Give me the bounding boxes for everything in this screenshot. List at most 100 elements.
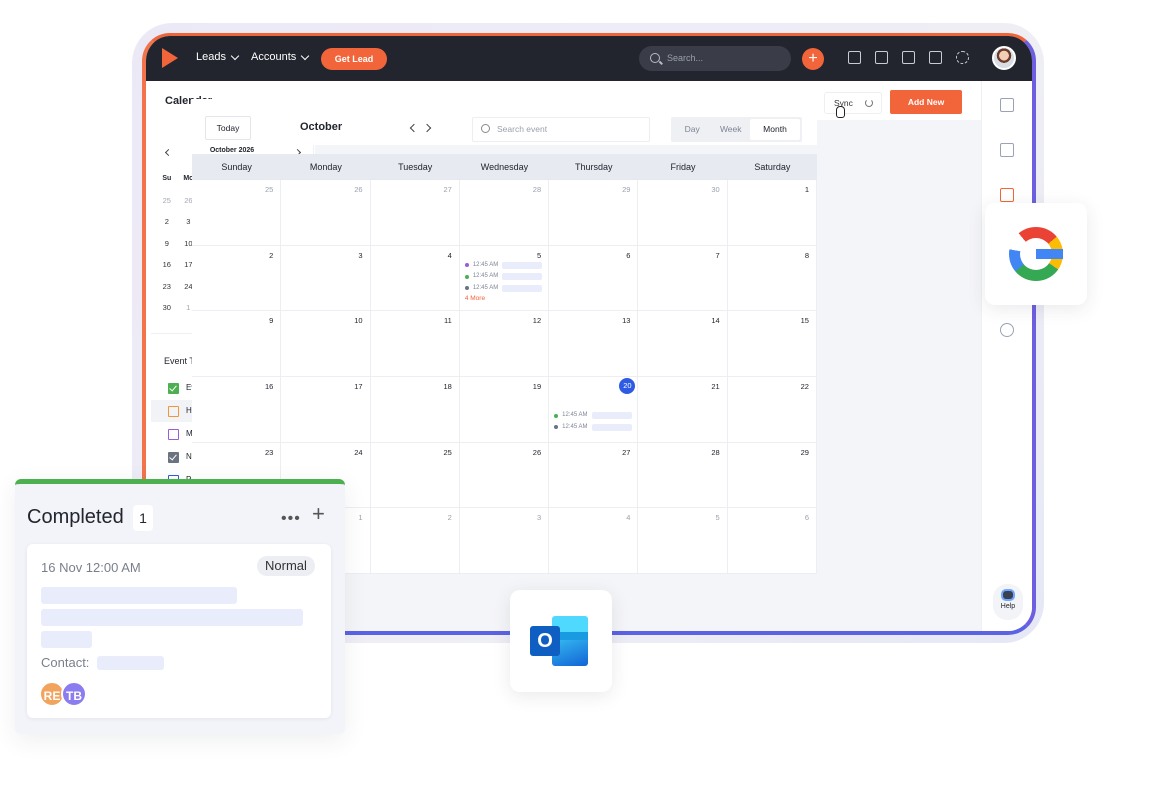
day-cell[interactable]: 3 [281,245,371,312]
check-icon [169,452,177,461]
calendar-event[interactable]: 12:45 AM [464,260,543,271]
day-cell[interactable]: 18 [370,377,460,443]
add-new-button[interactable]: Add New [890,90,962,114]
day-cell[interactable]: 4 [370,245,460,312]
day-cell[interactable]: 2 [192,245,282,312]
mini-day-label: 3 [186,217,191,226]
day-cell[interactable]: 27 [370,180,460,246]
day-cell[interactable]: 3 [459,508,550,575]
day-cell[interactable]: 26 [459,442,550,509]
help-button[interactable]: Help [993,584,1023,620]
day-number: 2 [269,250,274,260]
day-cell[interactable]: 6 [549,245,639,312]
more-events-link[interactable]: 4 More [465,295,485,302]
view-switcher: Day Week Month [671,117,802,142]
checkbox-icon[interactable] [168,429,179,440]
day-cell[interactable]: 10 [281,311,371,378]
day-cell[interactable]: 11 [370,311,460,378]
day-cell[interactable]: 6 [727,508,817,575]
global-search-input[interactable]: Search... [639,46,791,71]
day-cell[interactable]: 20 12:45 AM 12:45 AM [549,377,639,443]
event-title-placeholder [502,273,543,281]
checkbox-icon[interactable] [168,383,179,394]
day-cell[interactable]: 19 [459,377,550,443]
checkbox-icon[interactable] [168,406,179,417]
today-button[interactable]: Today [205,116,251,140]
day-cell[interactable]: 26 [281,180,371,246]
add-icon[interactable]: + [312,501,325,527]
calendar-event[interactable]: 12:45 AM [554,410,632,421]
calendar-month-title: October [300,121,343,133]
get-lead-button[interactable]: Get Lead [321,48,387,70]
day-number: 28 [532,185,542,194]
calendar-event[interactable]: 12:45 AM [464,283,543,294]
event-dot [554,413,559,418]
reports-icon[interactable] [848,51,861,64]
day-cell[interactable]: 28 [459,180,550,246]
event-search-input[interactable]: Search event [472,117,650,142]
day-cell[interactable]: 14 [638,311,728,378]
mini-day[interactable]: 23 [156,276,178,298]
nav-accounts[interactable]: Accounts [251,51,310,63]
day-cell[interactable]: 28 [638,442,728,509]
placeholder-line [41,587,237,604]
sync-button[interactable]: Sync [824,92,882,114]
view-month-button[interactable]: Month [749,119,800,140]
day-cell[interactable]: 12 [459,311,550,378]
mini-day[interactable]: 9 [156,233,178,255]
day-number: 15 [800,316,809,326]
day-cell[interactable]: 27 [549,442,639,509]
mini-day[interactable]: 2 [156,211,178,233]
completed-column-card: Completed 1 ••• + 16 Nov 12:00 AM Normal… [15,479,345,734]
day-cell[interactable]: 4 [549,508,639,575]
mini-day[interactable]: 30 [156,297,178,319]
task-card[interactable]: 16 Nov 12:00 AM Normal Contact: RE TB [27,544,331,718]
quick-add-button[interactable]: + [802,48,824,70]
assignee-avatar[interactable]: TB [61,681,87,707]
phone-icon[interactable] [1000,323,1014,337]
outlook-logo-letter: O [530,626,560,656]
more-options-icon[interactable]: ••• [281,510,301,528]
checkbox-icon[interactable] [168,452,179,463]
calendar-event[interactable]: 12:45 AM [554,422,632,433]
checklist-icon[interactable] [902,51,915,64]
task-check-icon[interactable] [1000,143,1014,157]
day-cell[interactable]: 21 [638,377,728,443]
google-calendar-tile[interactable] [985,203,1087,305]
user-avatar[interactable] [992,46,1016,70]
presentation-icon[interactable] [929,51,942,64]
day-cell[interactable]: 29 [549,180,639,246]
mini-day-label: 25 [162,195,171,205]
mini-day-label: 16 [162,260,171,269]
day-cell[interactable]: 22 [727,377,817,443]
mini-day[interactable]: 16 [156,254,178,276]
completed-count-badge: 1 [133,505,153,531]
mini-day[interactable]: 25 [156,190,178,212]
view-day-button[interactable]: Day [673,119,711,140]
calendar-event[interactable]: 12:45 AM [464,271,543,282]
day-number: 28 [711,447,720,457]
day-cell[interactable]: 13 [549,311,639,378]
nav-leads[interactable]: Leads [196,51,240,63]
day-cell[interactable]: 17 [281,377,371,443]
outlook-tile[interactable]: O [510,590,612,692]
day-cell[interactable]: 16 [192,377,282,443]
megaphone-icon[interactable] [875,51,888,64]
day-cell[interactable]: 25 [192,180,282,246]
view-week-button[interactable]: Week [711,119,749,140]
day-cell[interactable]: 1 [727,180,817,246]
day-cell[interactable]: 5 [638,508,728,575]
day-cell[interactable]: 25 [370,442,460,509]
day-cell[interactable]: 29 [727,442,817,509]
day-cell[interactable]: 30 [638,180,728,246]
gear-icon[interactable] [956,51,969,64]
day-cell[interactable]: 9 [192,311,282,378]
day-cell[interactable]: 7 [638,245,728,312]
google-logo-icon [1009,227,1063,281]
day-cell[interactable]: 8 [727,245,817,312]
analytics-icon[interactable] [1000,98,1014,112]
calendar-icon[interactable] [1000,188,1014,202]
day-cell[interactable]: 2 [370,508,460,575]
day-cell[interactable]: 15 [727,311,817,378]
day-cell[interactable]: 5 12:45 AM 12:45 AM 12:45 AM 4 More [459,245,550,312]
